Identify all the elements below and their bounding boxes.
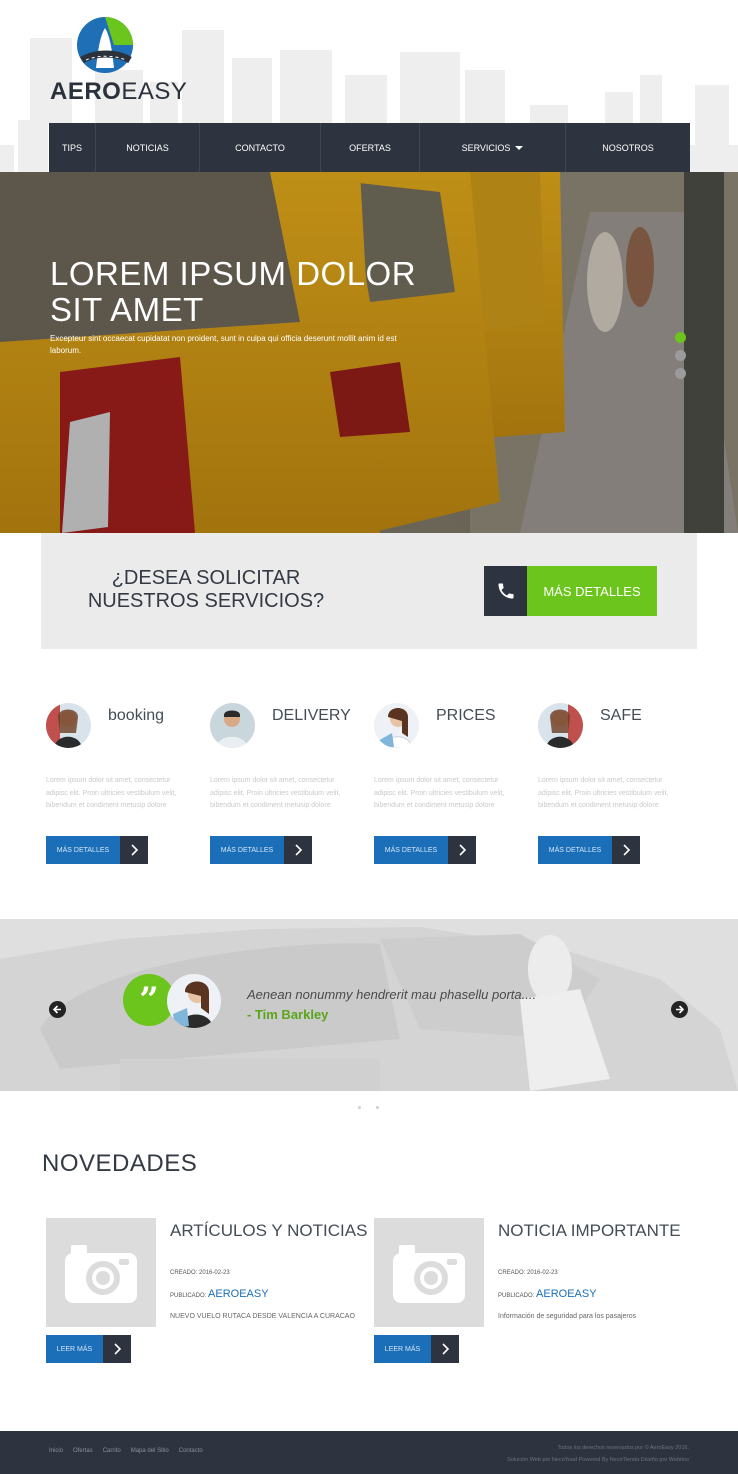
chevron-right-icon	[120, 836, 148, 864]
avatar	[538, 703, 583, 748]
footer-links: Inicio Ofertas Carrito Mapa del Sitio Co…	[49, 1448, 213, 1454]
more-details-label: MÁS DETALLES	[527, 566, 657, 616]
news-title[interactable]: ARTÍCULOS Y NOTICIAS	[170, 1221, 367, 1241]
news-created: CREADO: 2016-02-23	[498, 1270, 558, 1276]
read-more-button[interactable]: LEER MÁS	[46, 1335, 131, 1363]
credits-text: Solución Web por NecoYoad Powered By Nec…	[507, 1457, 689, 1463]
slider-dot[interactable]	[358, 1106, 361, 1109]
feature-more-label: MÁS DETALLES	[46, 836, 120, 864]
hero-slider: LOREM IPSUM DOLOR SIT AMET Excepteur sin…	[0, 172, 738, 533]
slider-dot[interactable]	[675, 350, 686, 361]
news-card: ARTÍCULOS Y NOTICIAS CREADO: 2016-02-23 …	[46, 1218, 371, 1368]
news-card: NOTICIA IMPORTANTE CREADO: 2016-02-23 PU…	[374, 1218, 699, 1368]
read-more-label: LEER MÁS	[374, 1335, 431, 1363]
nav-item-ofertas[interactable]: OFERTAS	[321, 123, 420, 172]
previous-arrow-icon[interactable]	[49, 1001, 66, 1018]
cta-text: ¿DESEA SOLICITAR NUESTROS SERVICIOS?	[87, 567, 325, 612]
camera-icon	[46, 1218, 156, 1327]
footer-link-mapa[interactable]: Mapa del Sitio	[131, 1448, 169, 1454]
testimonial-author: - Tim Barkley	[247, 1007, 329, 1022]
testimonial-taxi-background	[0, 919, 738, 1091]
testimonial-avatar	[167, 974, 221, 1028]
footer-copyright: Todos los derechos reservados por © Aero…	[507, 1442, 689, 1466]
news-published: PUBLICADO: AEROEASY	[498, 1288, 597, 1300]
feature-title: PRICES	[436, 707, 496, 724]
news-title[interactable]: NOTICIA IMPORTANTE	[498, 1221, 681, 1241]
news-description: NUEVO VUELO RUTACA DESDE VALENCIA A CURA…	[170, 1313, 355, 1320]
testimonial-quote: Aenean nonummy hendrerit mau phasellu po…	[247, 987, 537, 1002]
nav-item-contacto[interactable]: CONTACTO	[200, 123, 321, 172]
nav-item-nosotros[interactable]: NOSOTROS	[566, 123, 690, 172]
main-navigation: TIPS NOTICIAS CONTACTO OFERTAS SERVICIOS…	[49, 123, 690, 172]
copyright-text: Todos los derechos reservados por © Aero…	[557, 1445, 689, 1451]
next-arrow-icon[interactable]	[671, 1001, 688, 1018]
news-created: CREADO: 2016-02-23	[170, 1270, 230, 1276]
chevron-right-icon	[448, 836, 476, 864]
camera-icon	[374, 1218, 484, 1327]
feature-more-label: MÁS DETALLES	[538, 836, 612, 864]
service-request-banner: ¿DESEA SOLICITAR NUESTROS SERVICIOS? MÁS…	[41, 533, 697, 649]
feature-more-label: MÁS DETALLES	[374, 836, 448, 864]
news-heading: NOVEDADES	[42, 1150, 198, 1177]
nav-item-servicios[interactable]: SERVICIOS	[420, 123, 566, 172]
feature-more-label: MÁS DETALLES	[210, 836, 284, 864]
avatar	[46, 703, 91, 748]
chevron-right-icon	[103, 1335, 131, 1363]
feature-text: Lorem ipsum dolor sit amet, consectetur …	[210, 777, 341, 809]
chevron-right-icon	[612, 836, 640, 864]
slider-dot[interactable]	[675, 368, 686, 379]
hero-title: LOREM IPSUM DOLOR SIT AMET	[50, 255, 417, 328]
slider-dot[interactable]	[675, 332, 686, 343]
testimonial-dots	[358, 1106, 380, 1110]
chevron-right-icon	[431, 1335, 459, 1363]
feature-title: DELIVERY	[272, 707, 351, 724]
feature-more-button[interactable]: MÁS DETALLES	[46, 836, 148, 864]
news-description: Información de seguridad para los pasaje…	[498, 1313, 637, 1320]
hero-text: Excepteur sint occaecat cupidatat non pr…	[50, 334, 397, 355]
chevron-down-icon	[515, 145, 524, 150]
chevron-right-icon	[284, 836, 312, 864]
feature-text: Lorem ipsum dolor sit amet, consectetur …	[46, 777, 177, 809]
footer-link-contacto[interactable]: Contacto	[179, 1448, 203, 1454]
news-author-link[interactable]: AEROEASY	[536, 1288, 597, 1300]
avatar	[210, 703, 255, 748]
avatar	[374, 703, 419, 748]
read-more-button[interactable]: LEER MÁS	[374, 1335, 459, 1363]
nav-item-tips[interactable]: TIPS	[49, 123, 96, 172]
news-author-link[interactable]: AEROEASY	[208, 1288, 269, 1300]
nav-item-noticias[interactable]: NOTICIAS	[96, 123, 200, 172]
slider-dots	[675, 332, 687, 386]
testimonial-slider: ” Aenean nonummy hendrerit mau phasellu …	[0, 919, 738, 1091]
read-more-label: LEER MÁS	[46, 1335, 103, 1363]
feature-more-button[interactable]: MÁS DETALLES	[538, 836, 640, 864]
feature-title: booking	[108, 707, 165, 724]
footer-link-ofertas[interactable]: Ofertas	[73, 1448, 93, 1454]
site-header: AEROEASY TIPS NOTICIAS CONTACTO OFERTAS …	[0, 0, 738, 172]
footer-link-carrito[interactable]: Carrito	[103, 1448, 121, 1454]
site-footer: Inicio Ofertas Carrito Mapa del Sitio Co…	[0, 1431, 738, 1474]
feature-text: Lorem ipsum dolor sit amet, consectetur …	[538, 777, 669, 809]
more-details-button[interactable]: MÁS DETALLES	[484, 566, 657, 616]
slider-dot[interactable]	[376, 1106, 379, 1109]
phone-icon	[484, 566, 527, 616]
feature-more-button[interactable]: MÁS DETALLES	[374, 836, 476, 864]
news-published: PUBLICADO: AEROEASY	[170, 1288, 269, 1300]
footer-link-inicio[interactable]: Inicio	[49, 1448, 63, 1454]
feature-title: SAFE	[600, 707, 642, 724]
feature-text: Lorem ipsum dolor sit amet, consectetur …	[374, 777, 505, 809]
logo-road-icon	[77, 17, 133, 73]
brand-name: AEROEASY	[50, 78, 188, 105]
feature-more-button[interactable]: MÁS DETALLES	[210, 836, 312, 864]
brand-logo[interactable]: AEROEASY	[50, 16, 187, 106]
